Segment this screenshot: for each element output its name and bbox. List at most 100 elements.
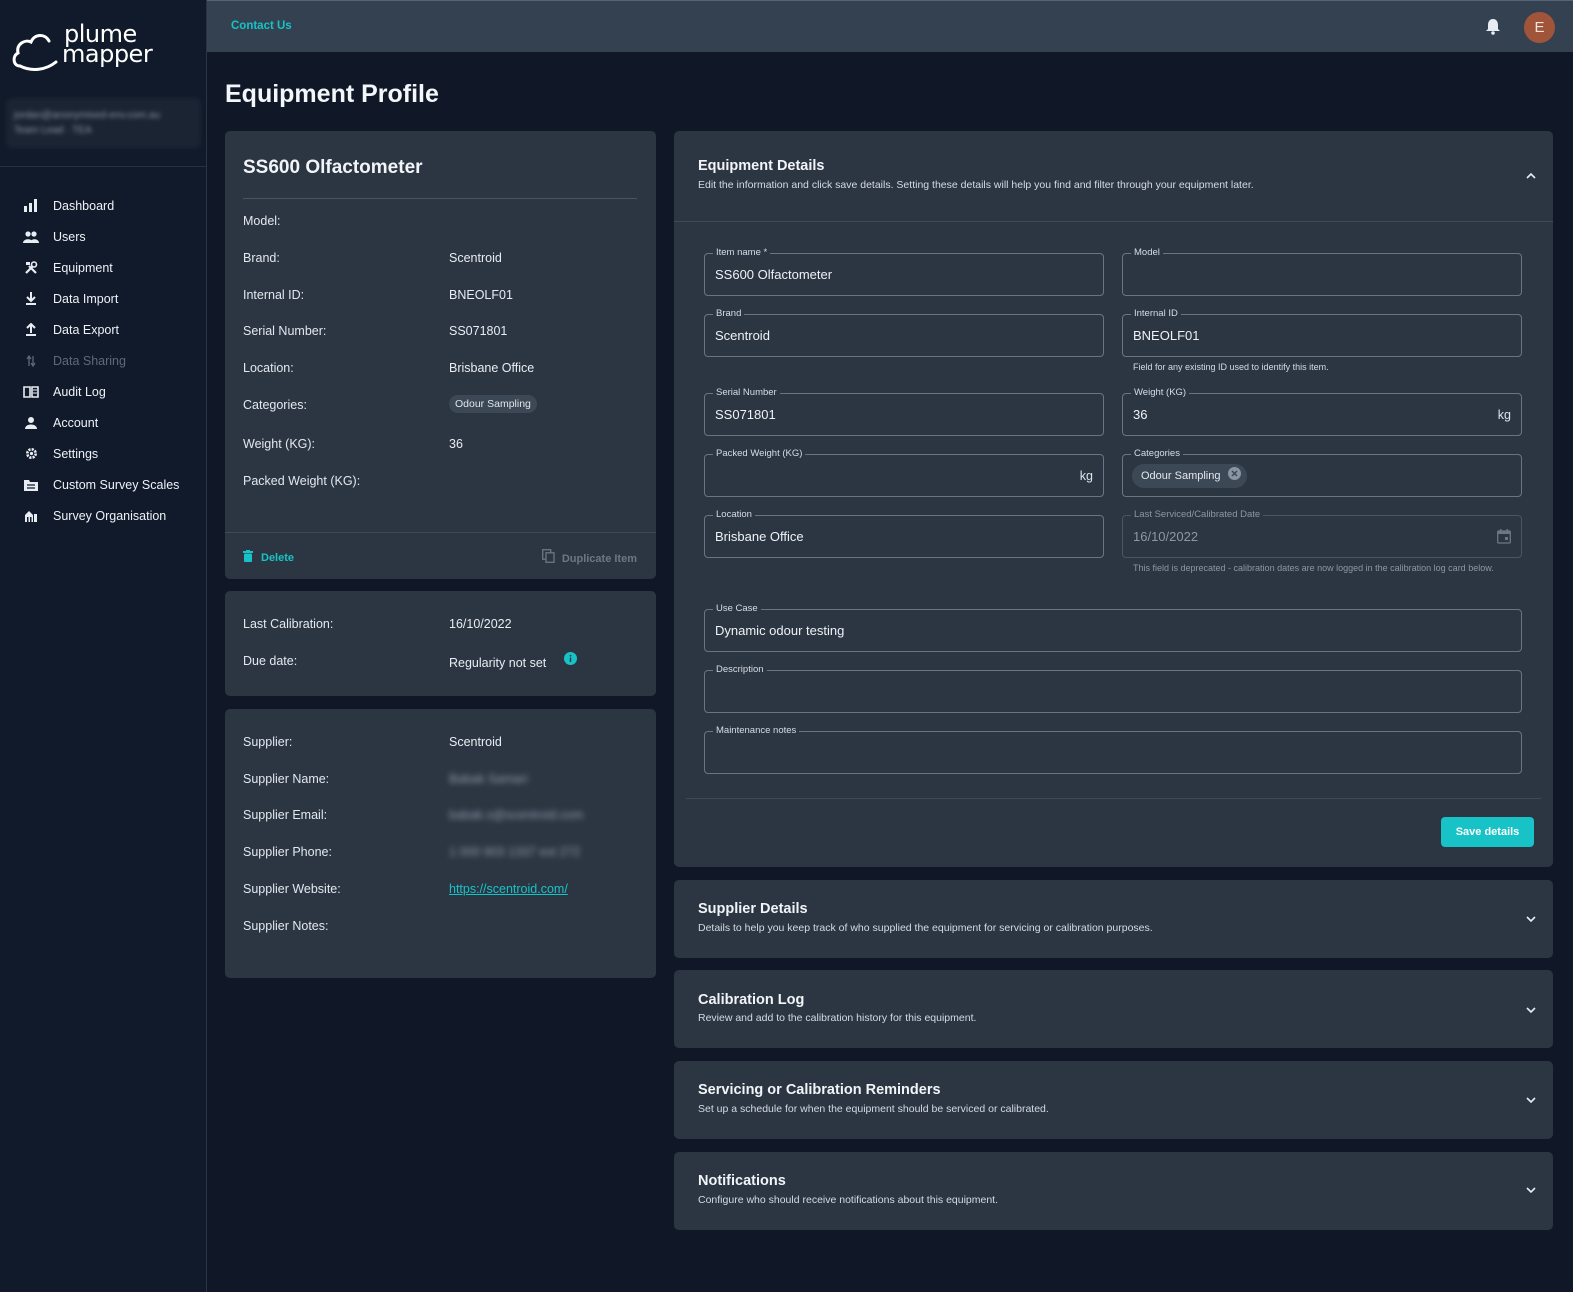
delete-button[interactable]: Delete	[243, 549, 294, 567]
field-label: Internal ID	[1131, 308, 1181, 320]
sidebar-item-label: Survey Organisation	[53, 508, 167, 523]
summary-value: Scentroid	[449, 251, 502, 265]
item-name-field[interactable]: Item name * SS600 Olfactometer	[704, 247, 1104, 296]
sidebar-item-label: Settings	[53, 446, 99, 461]
last-serviced-date-field: Last Serviced/Calibrated Date 16/10/2022	[1122, 509, 1522, 558]
supplier-phone-label: Supplier Phone:	[243, 845, 332, 859]
field-label: Packed Weight (KG)	[713, 448, 806, 460]
sidebar-item-settings[interactable]: Settings	[0, 438, 206, 469]
sidebar-item-label: Data Sharing	[53, 353, 126, 368]
contact-us-link[interactable]: Contact Us	[231, 20, 292, 32]
chevron-up-icon[interactable]	[1525, 169, 1537, 181]
info-icon[interactable]	[564, 652, 577, 670]
equipment-summary-card: SS600 Olfactometer Model: Brand: Scentro…	[225, 131, 656, 579]
field-label: Brand	[713, 308, 745, 320]
sidebar-item-data-import[interactable]: Data Import	[0, 283, 206, 314]
summary-value: 36	[449, 437, 463, 451]
brand-field[interactable]: Brand Scentroid	[704, 308, 1104, 357]
calibration-reminders-panel[interactable]: Servicing or Calibration Reminders Set u…	[674, 1061, 1553, 1139]
user-email: jordan@anonymised-env.com.au	[14, 110, 161, 121]
supplier-value: Scentroid	[449, 735, 502, 749]
summary-divider	[243, 198, 637, 199]
field-label: Categories	[1131, 448, 1183, 460]
swap-icon	[22, 352, 40, 370]
description-field[interactable]: Description	[704, 664, 1522, 713]
chevron-down-icon[interactable]	[1525, 1003, 1537, 1015]
field-label: Model	[1131, 247, 1163, 259]
chevron-down-icon[interactable]	[1525, 912, 1537, 924]
users-icon	[22, 228, 40, 246]
supplier-email-value: babak.s@scentroid.com	[449, 808, 584, 822]
supplier-website-link[interactable]: https://scentroid.com/	[449, 882, 568, 896]
sidebar-divider	[0, 166, 206, 167]
user-card[interactable]: jordan@anonymised-env.com.au Team Lead ·…	[6, 98, 201, 148]
panel-subtitle: Edit the information and click save deta…	[698, 179, 1254, 191]
location-field[interactable]: Location Brisbane Office	[704, 509, 1104, 558]
summary-label: Location:	[243, 361, 294, 375]
gear-icon	[22, 445, 40, 463]
sidebar-item-audit-log[interactable]: Audit Log	[0, 376, 206, 407]
sidebar-item-survey-organisation[interactable]: Survey Organisation	[0, 500, 206, 531]
summary-footer-divider	[225, 532, 656, 533]
save-details-button[interactable]: Save details	[1441, 817, 1534, 847]
supplier-details-panel[interactable]: Supplier Details Details to help you kee…	[674, 880, 1553, 958]
last-serviced-helper: This field is deprecated - calibration d…	[1133, 563, 1494, 573]
user-role: Team Lead · TEA	[14, 125, 92, 136]
supplier-phone-value: 1 000 903 1337 ext 272	[449, 845, 581, 859]
supplier-notes-label: Supplier Notes:	[243, 919, 329, 933]
panel-subtitle: Review and add to the calibration histor…	[698, 1012, 977, 1024]
packed-weight-field[interactable]: Packed Weight (KG) kg	[704, 448, 1104, 497]
model-field[interactable]: Model	[1122, 247, 1522, 296]
sidebar-item-users[interactable]: Users	[0, 221, 206, 252]
sidebar-nav: Dashboard Users Equipment Data Import Da…	[0, 190, 206, 531]
sidebar-item-account[interactable]: Account	[0, 407, 206, 438]
summary-value: Brisbane Office	[449, 361, 535, 375]
supplier-name-value: Babak Samari	[449, 772, 528, 786]
calendar-icon	[1497, 529, 1511, 549]
summary-label: Weight (KG):	[243, 437, 316, 451]
due-date-label: Due date:	[243, 654, 298, 668]
field-label: Weight (KG)	[1131, 387, 1190, 399]
bar-chart-icon	[22, 197, 40, 215]
top-bar: Contact Us E	[207, 0, 1573, 52]
field-label: Maintenance notes	[713, 725, 800, 737]
panel-subtitle: Set up a schedule for when the equipment…	[698, 1103, 1049, 1115]
serial-number-field[interactable]: Serial Number SS071801	[704, 387, 1104, 436]
field-label: Description	[713, 664, 767, 676]
sidebar-item-label: Account	[53, 415, 99, 430]
duplicate-item-button[interactable]: Duplicate Item	[541, 549, 637, 568]
sidebar-item-custom-survey-scales[interactable]: Custom Survey Scales	[0, 469, 206, 500]
field-label: Serial Number	[713, 387, 780, 399]
sidebar-item-data-export[interactable]: Data Export	[0, 314, 206, 345]
sidebar-item-label: Equipment	[53, 260, 113, 275]
field-value: Scentroid	[715, 328, 770, 343]
equipment-details-header[interactable]: Equipment Details Edit the information a…	[674, 131, 1553, 221]
sidebar-item-dashboard[interactable]: Dashboard	[0, 190, 206, 221]
duplicate-label: Duplicate Item	[561, 552, 637, 565]
sidebar-item-equipment[interactable]: Equipment	[0, 252, 206, 283]
avatar[interactable]: E	[1524, 12, 1555, 43]
weight-field[interactable]: Weight (KG) 36 kg	[1122, 387, 1522, 436]
maintenance-notes-field[interactable]: Maintenance notes	[704, 725, 1522, 774]
calibration-log-panel[interactable]: Calibration Log Review and add to the ca…	[674, 970, 1553, 1048]
sidebar-item-data-sharing[interactable]: Data Sharing	[0, 345, 206, 376]
chip-remove-icon[interactable]	[1227, 467, 1241, 485]
sidebar-item-label: Data Import	[53, 291, 119, 306]
sidebar-item-label: Data Export	[53, 322, 120, 337]
notification-bell-icon[interactable]	[1485, 18, 1501, 35]
use-case-field[interactable]: Use Case Dynamic odour testing	[704, 603, 1522, 652]
panel-title: Servicing or Calibration Reminders	[698, 1082, 941, 1098]
summary-value: SS071801	[449, 324, 508, 338]
categories-field[interactable]: Categories Odour Sampling	[1122, 448, 1522, 497]
supplier-name-label: Supplier Name:	[243, 772, 330, 786]
plume-mapper-logo[interactable]: plume mapper	[12, 22, 153, 74]
panel-title: Calibration Log	[698, 992, 805, 1008]
field-label: Location	[713, 509, 755, 521]
notifications-panel[interactable]: Notifications Configure who should recei…	[674, 1152, 1553, 1230]
summary-label: Categories:	[243, 398, 307, 412]
internal-id-field[interactable]: Internal ID BNEOLF01	[1122, 308, 1522, 357]
category-chip[interactable]: Odour Sampling	[1132, 464, 1247, 488]
chevron-down-icon[interactable]	[1525, 1183, 1537, 1195]
field-value: BNEOLF01	[1133, 328, 1200, 343]
chevron-down-icon[interactable]	[1525, 1093, 1537, 1105]
